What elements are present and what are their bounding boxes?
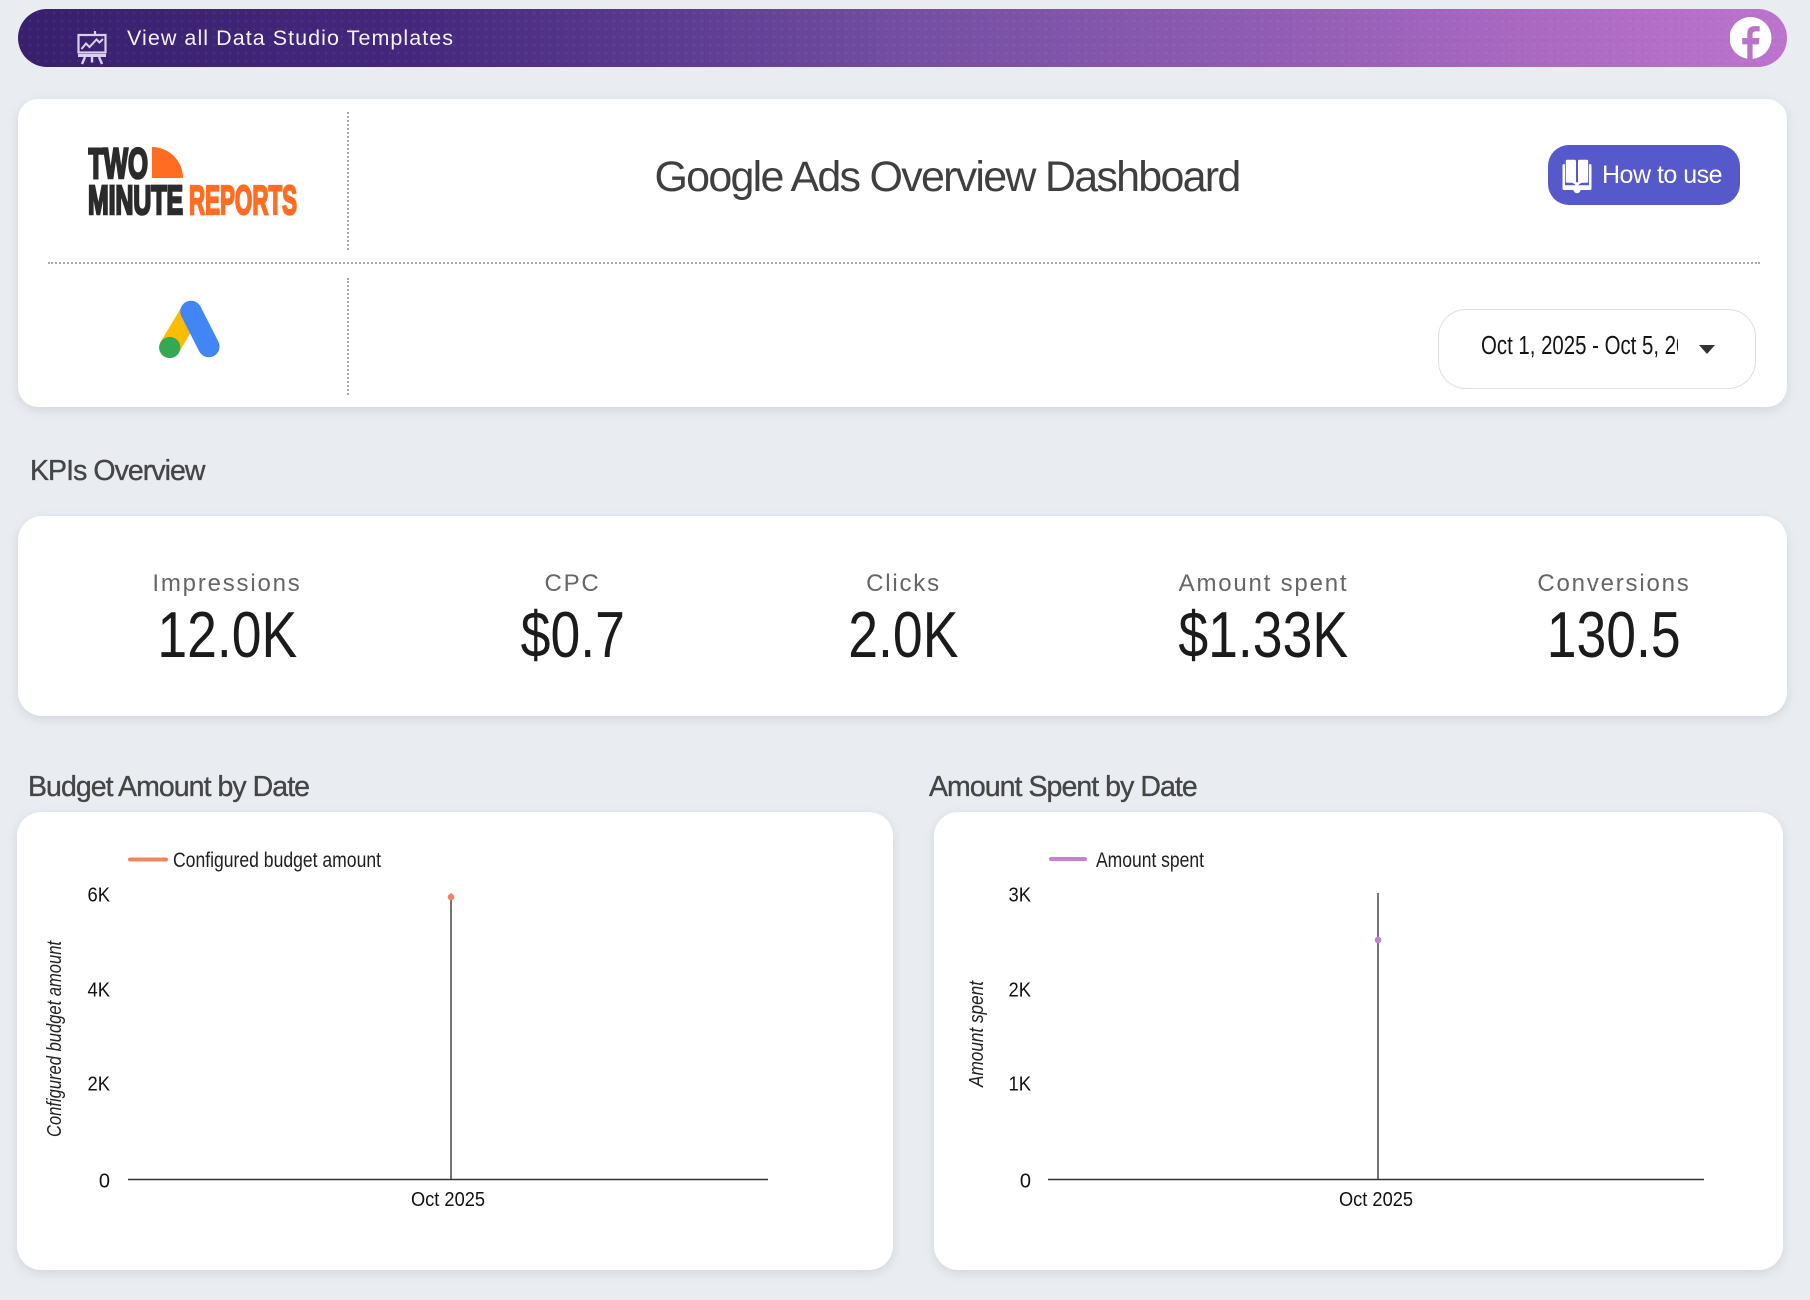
svg-text:Amount spent: Amount spent <box>966 980 988 1088</box>
svg-text:Configured budget amount: Configured budget amount <box>173 849 381 872</box>
svg-text:Oct 2025: Oct 2025 <box>1339 1188 1413 1211</box>
svg-text:1K: 1K <box>1009 1074 1032 1096</box>
svg-text:Configured budget amount: Configured budget amount <box>44 940 66 1137</box>
svg-text:2K: 2K <box>1009 980 1032 1002</box>
svg-text:4K: 4K <box>88 980 111 1002</box>
svg-text:Amount spent: Amount spent <box>1096 849 1204 872</box>
svg-text:2K: 2K <box>88 1074 111 1096</box>
svg-text:0: 0 <box>1020 1171 1031 1193</box>
svg-text:Oct 2025: Oct 2025 <box>411 1188 485 1211</box>
svg-text:6K: 6K <box>88 885 111 907</box>
svg-text:0: 0 <box>99 1171 110 1193</box>
svg-text:3K: 3K <box>1009 885 1032 907</box>
